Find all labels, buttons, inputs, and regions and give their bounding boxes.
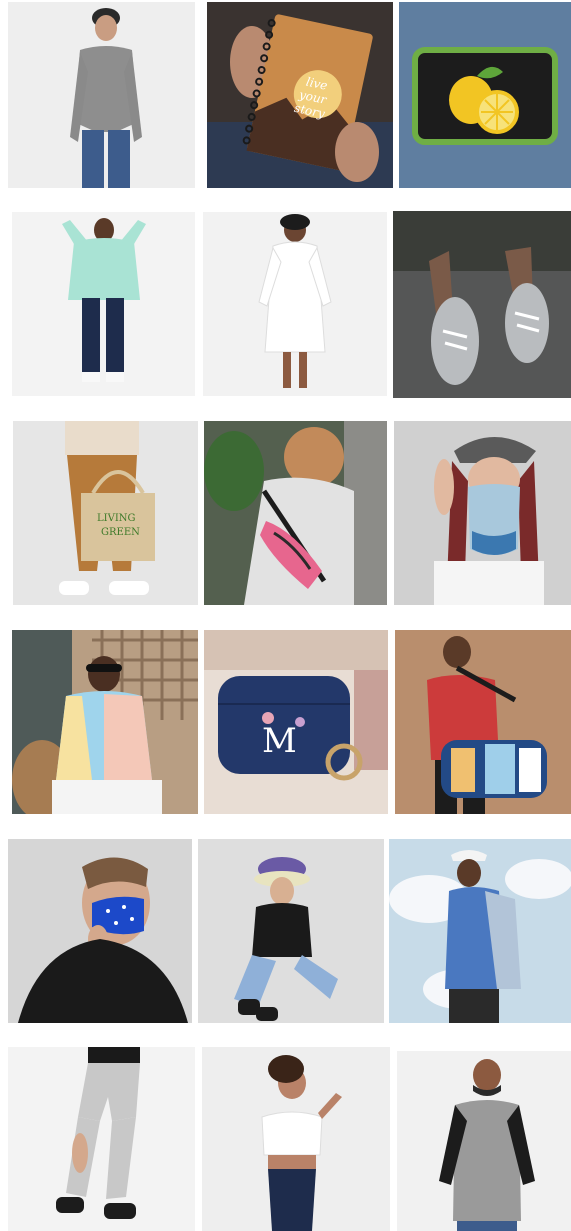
airpods-monogram: M <box>262 721 297 761</box>
product-image-grey-sneakers[interactable] <box>393 211 571 398</box>
product-image-duffle-bag[interactable] <box>395 630 571 814</box>
product-image-grey-sweatshirt[interactable] <box>8 2 195 188</box>
product-image-spiral-notebook[interactable]: live your story <box>207 2 393 188</box>
product-image-color-block-jacket[interactable] <box>12 630 198 814</box>
product-image-tote-bag[interactable]: LIVING GREEN <box>13 421 198 605</box>
product-image-mint-windbreaker[interactable] <box>12 212 195 396</box>
tote-text-2: GREEN <box>101 527 140 538</box>
product-image-neck-gaiter[interactable] <box>394 421 571 605</box>
product-image-raglan-tee[interactable] <box>397 1051 571 1231</box>
product-image-fanny-pack[interactable] <box>204 421 387 605</box>
product-image-crop-top[interactable] <box>202 1047 390 1231</box>
tote-text-1: LIVING <box>97 513 136 524</box>
product-image-white-robe[interactable] <box>203 212 387 396</box>
product-image-bucket-hat[interactable] <box>198 839 384 1023</box>
product-image-face-mask[interactable] <box>8 839 192 1023</box>
product-image-hoodie-sky[interactable] <box>389 839 571 1023</box>
product-image-grey-joggers[interactable] <box>8 1047 195 1231</box>
product-image-airpods-case[interactable]: M <box>204 630 388 814</box>
product-image-lemon-patch[interactable] <box>399 2 571 188</box>
